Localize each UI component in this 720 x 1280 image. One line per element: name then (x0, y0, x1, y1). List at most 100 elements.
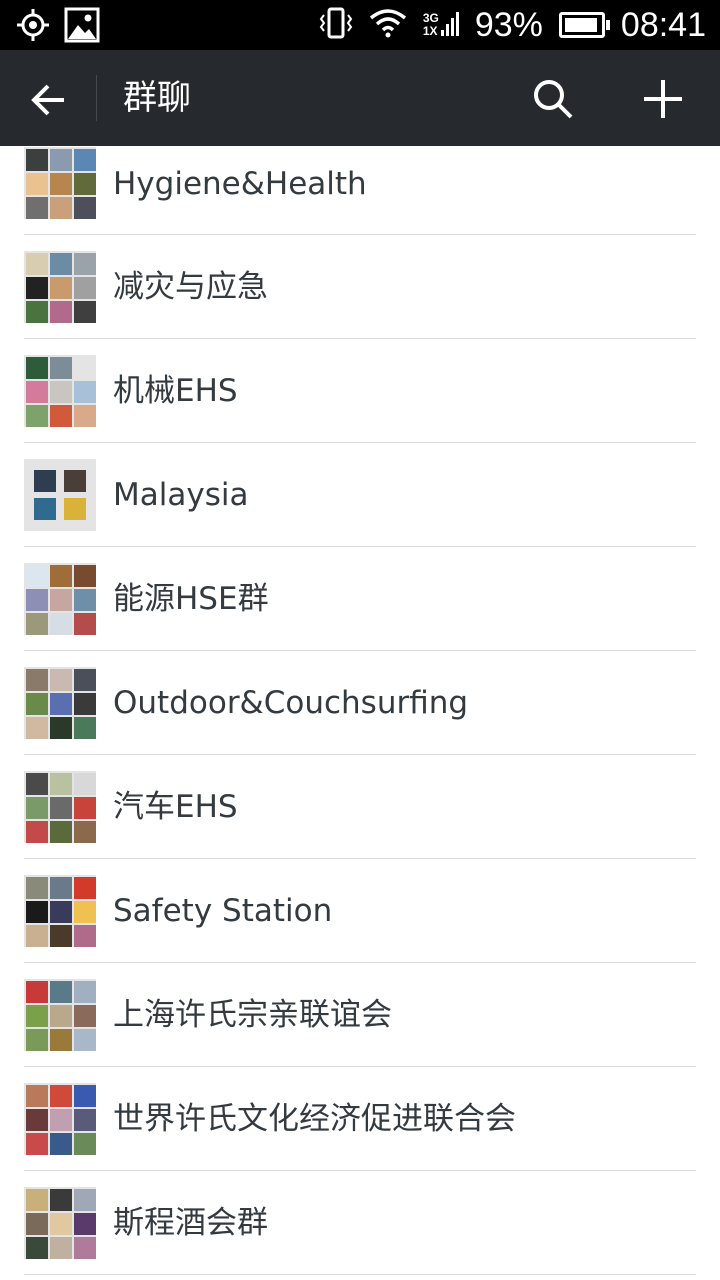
member-thumbnail (74, 1213, 96, 1235)
group-avatar (24, 979, 96, 1051)
list-item[interactable]: Malaysia (0, 443, 720, 547)
member-thumbnail (26, 901, 48, 923)
row-divider (24, 1274, 696, 1275)
member-thumbnail (50, 1005, 72, 1027)
member-thumbnail (74, 149, 96, 171)
back-arrow-icon[interactable] (26, 78, 70, 122)
member-thumbnail (74, 405, 96, 427)
group-avatar (24, 355, 96, 427)
member-thumbnail (50, 877, 72, 899)
group-name: 汽车EHS (113, 789, 238, 825)
group-avatar (24, 459, 96, 531)
member-thumbnail (26, 197, 48, 219)
list-item[interactable]: 减灾与应急 (0, 235, 720, 339)
member-thumbnail (26, 877, 48, 899)
list-item[interactable]: Outdoor&Couchsurfing (0, 651, 720, 755)
group-name: 上海许氏宗亲联谊会 (113, 997, 392, 1033)
group-avatar (24, 771, 96, 843)
member-thumbnail (74, 1109, 96, 1131)
member-thumbnail (26, 277, 48, 299)
member-thumbnail (50, 149, 72, 171)
member-thumbnail (26, 613, 48, 635)
add-icon[interactable] (642, 78, 684, 120)
member-thumbnail (74, 797, 96, 819)
member-thumbnail (26, 149, 48, 171)
list-item[interactable]: 上海许氏宗亲联谊会 (0, 963, 720, 1067)
member-thumbnail (50, 821, 72, 843)
group-avatar (24, 667, 96, 739)
group-avatar (24, 1083, 96, 1155)
member-thumbnail (50, 197, 72, 219)
list-item[interactable]: 能源HSE群 (0, 547, 720, 651)
member-thumbnail (26, 717, 48, 739)
member-thumbnail (26, 173, 48, 195)
member-thumbnail (74, 1189, 96, 1211)
member-thumbnail (74, 1005, 96, 1027)
member-thumbnail (50, 589, 72, 611)
member-thumbnail (74, 693, 96, 715)
member-thumbnail (74, 277, 96, 299)
member-thumbnail (64, 498, 86, 520)
member-thumbnail (50, 1133, 72, 1155)
member-thumbnail (74, 357, 96, 379)
member-thumbnail (50, 1085, 72, 1107)
member-thumbnail (50, 405, 72, 427)
member-thumbnail (74, 925, 96, 947)
clock: 08:41 (620, 6, 706, 44)
signal-indicator: 3G 1X (423, 8, 459, 42)
vibrate-icon (319, 6, 353, 44)
group-avatar (24, 147, 96, 219)
member-thumbnail (26, 301, 48, 323)
member-thumbnail (26, 381, 48, 403)
member-thumbnail (50, 797, 72, 819)
app-bar: 群聊 (0, 50, 720, 146)
member-thumbnail (26, 925, 48, 947)
member-thumbnail (50, 1109, 72, 1131)
member-thumbnail (74, 301, 96, 323)
member-thumbnail (50, 1213, 72, 1235)
member-thumbnail (26, 669, 48, 691)
member-thumbnail (50, 925, 72, 947)
member-thumbnail (74, 173, 96, 195)
member-thumbnail (26, 797, 48, 819)
group-avatar (24, 251, 96, 323)
network-1x-label: 1X (422, 24, 438, 38)
status-bar: 3G 1X 93% 08:41 (0, 0, 720, 50)
member-thumbnail (50, 1237, 72, 1259)
list-item[interactable]: Hygiene&Health (0, 146, 720, 235)
member-thumbnail (74, 565, 96, 587)
search-icon[interactable] (532, 78, 574, 120)
member-thumbnail (74, 1029, 96, 1051)
member-thumbnail (50, 301, 72, 323)
list-item[interactable]: 世界许氏文化经济促进联合会 (0, 1067, 720, 1171)
group-name: Outdoor&Couchsurfing (113, 685, 469, 721)
member-thumbnail (50, 357, 72, 379)
member-thumbnail (26, 1005, 48, 1027)
member-thumbnail (74, 901, 96, 923)
list-item[interactable]: 斯程酒会群 (0, 1171, 720, 1275)
member-thumbnail (74, 1085, 96, 1107)
member-thumbnail (26, 565, 48, 587)
battery-percent: 93% (474, 6, 543, 44)
member-thumbnail (26, 1085, 48, 1107)
member-thumbnail (50, 669, 72, 691)
member-thumbnail (50, 693, 72, 715)
list-item[interactable]: 机械EHS (0, 339, 720, 443)
battery-fill (564, 18, 597, 32)
member-thumbnail (50, 277, 72, 299)
member-thumbnail (26, 773, 48, 795)
member-thumbnail (74, 589, 96, 611)
list-item[interactable]: Safety Station (0, 859, 720, 963)
list-item[interactable]: 汽车EHS (0, 755, 720, 859)
member-thumbnail (50, 173, 72, 195)
group-name: Safety Station (113, 893, 333, 929)
member-thumbnail (74, 1237, 96, 1259)
battery-cap (605, 20, 610, 30)
group-avatar (24, 1187, 96, 1259)
member-thumbnail (34, 498, 56, 520)
member-thumbnail (64, 470, 86, 492)
member-thumbnail (74, 613, 96, 635)
signal-icon (440, 8, 459, 42)
member-thumbnail (26, 1213, 48, 1235)
member-thumbnail (50, 901, 72, 923)
